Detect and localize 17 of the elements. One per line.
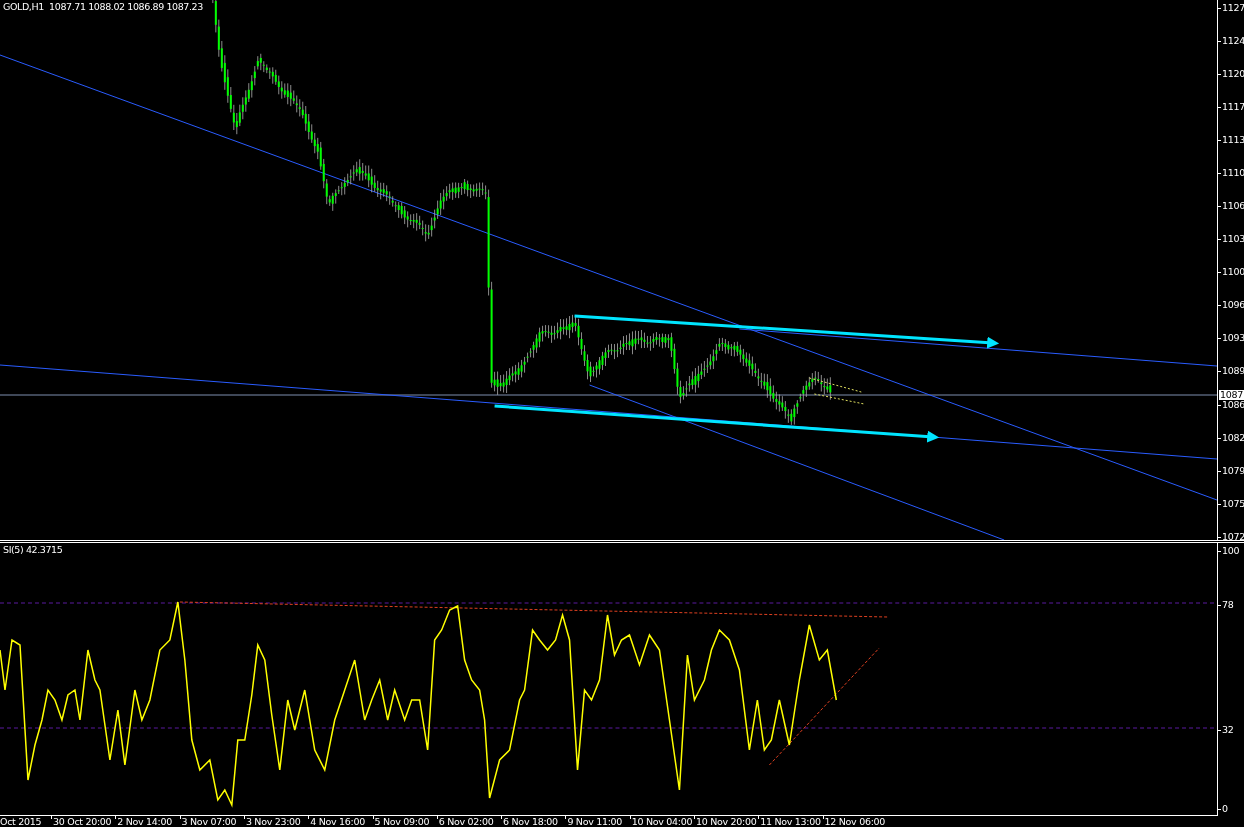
time-axis-label: 10 Nov 04:00 <box>631 816 693 827</box>
current-price-label: 1087 <box>1219 390 1244 400</box>
indicator-label: SI(5) 42.3715 <box>3 544 63 556</box>
time-axis-label: 10 Nov 20:00 <box>696 816 757 827</box>
chart-header: GOLD,H1 1087.71 1088.02 1086.89 1087.23 <box>3 1 203 13</box>
time-axis-label: 11 Nov 13:00 <box>760 816 821 827</box>
time-axis-label: 2 Nov 14:00 <box>117 816 172 827</box>
time-axis-label: 5 Nov 09:00 <box>374 816 430 827</box>
time-axis-label: 6 Nov 02:00 <box>438 816 494 827</box>
time-axis-label: 3 Nov 07:00 <box>181 816 237 827</box>
time-axis-label: 12 Nov 06:00 <box>824 816 886 827</box>
time-axis-label: 30 Oct 20:00 <box>53 816 112 827</box>
time-axis-label: 9 Nov 11:00 <box>567 816 623 827</box>
time-axis-label: 4 Nov 16:00 <box>310 816 365 827</box>
time-axis-label: 6 Nov 18:00 <box>503 816 558 827</box>
time-axis-label: 3 Nov 23:00 <box>245 816 301 827</box>
time-axis-label: Oct 2015 <box>0 816 42 827</box>
